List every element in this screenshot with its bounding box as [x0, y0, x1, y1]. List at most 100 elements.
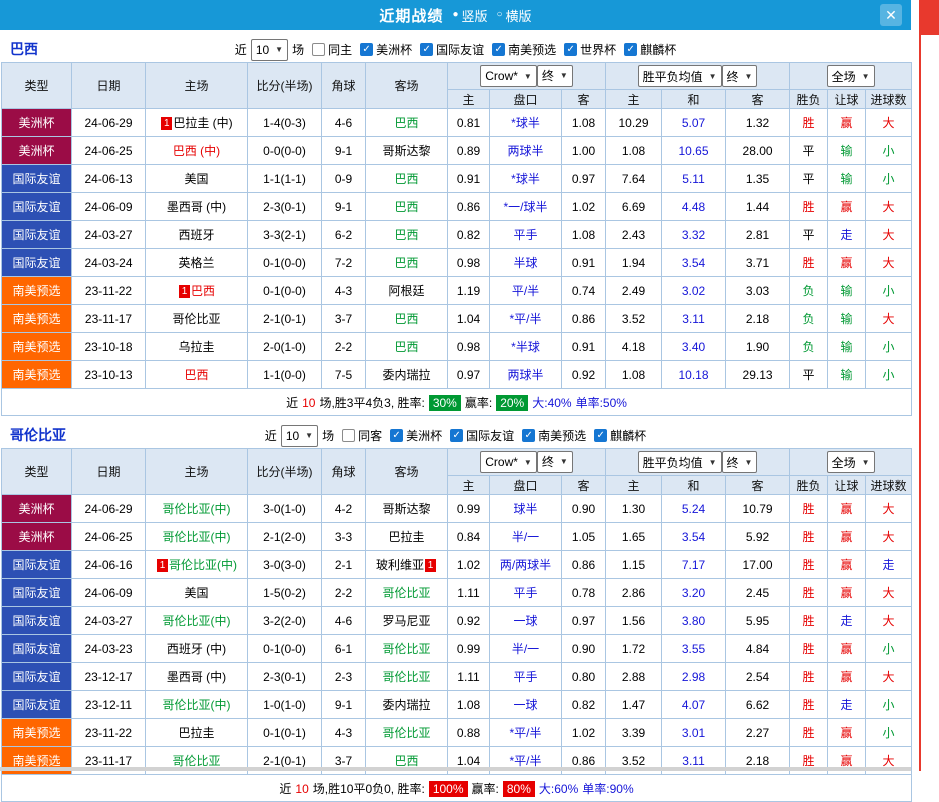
- same-venue-checkbox[interactable]: [312, 43, 326, 57]
- europe-odds-select[interactable]: 胜平负均值 ▼: [637, 451, 722, 473]
- europe-stage-select[interactable]: 终 ▼: [721, 451, 758, 473]
- away-team[interactable]: 哥伦比亚: [365, 634, 448, 663]
- floating-widget-button[interactable]: [921, 0, 939, 35]
- away-team[interactable]: 委内瑞拉: [365, 690, 448, 719]
- asia-stage-select-value: 终: [541, 69, 554, 84]
- away-team[interactable]: 巴西: [365, 164, 448, 193]
- europe-odds-group: 胜平负均值 ▼ 终 ▼: [605, 448, 791, 476]
- layout-radio-vertical[interactable]: ● 竖版: [452, 6, 487, 25]
- cup-checkbox[interactable]: ✓: [522, 429, 536, 443]
- home-team[interactable]: 巴拉圭: [145, 718, 248, 747]
- home-team-label: 哥伦比亚(中): [162, 614, 231, 628]
- bookmaker-select[interactable]: Crow* ▼: [480, 65, 537, 88]
- result-wdl: 胜: [789, 522, 829, 551]
- europe-stage-select[interactable]: 终 ▼: [721, 65, 758, 87]
- bookmaker-select[interactable]: Crow* ▼: [480, 451, 537, 474]
- recent-count-select[interactable]: 10 ▼: [250, 38, 289, 61]
- asia-handicap: *平/半: [489, 304, 562, 333]
- away-team[interactable]: 巴西: [365, 108, 448, 137]
- match-row: 美洲杯 24-06-29 哥伦比亚(中) 3-0(1-0) 4-2 哥斯达黎 0.99 球半 0…: [1, 494, 913, 523]
- match-date: 23-11-22: [71, 718, 146, 747]
- corners: 9-1: [321, 192, 366, 221]
- section-team-name: 巴西: [10, 41, 38, 57]
- home-team[interactable]: 哥伦比亚: [145, 304, 248, 333]
- score: 3-3(2-1): [247, 220, 322, 249]
- red-card-badge: 1: [161, 117, 173, 130]
- away-team[interactable]: 玻利维亚 1: [365, 550, 448, 579]
- home-team[interactable]: 哥伦比亚(中): [145, 606, 248, 635]
- score: 2-3(0-1): [247, 662, 322, 691]
- asia-home-odds: 0.91: [447, 164, 490, 193]
- home-team[interactable]: 哥伦比亚(中): [145, 522, 248, 551]
- home-team[interactable]: 美国: [145, 164, 248, 193]
- asia-stage-select[interactable]: 终 ▼: [536, 450, 573, 473]
- away-team[interactable]: 巴拉圭: [365, 522, 448, 551]
- cup-checkbox[interactable]: ✓: [492, 43, 506, 57]
- cup-checkbox[interactable]: ✓: [594, 429, 608, 443]
- away-team[interactable]: 哥斯达黎: [365, 494, 448, 523]
- sub-header: 主: [605, 89, 663, 109]
- cup-checkbox[interactable]: ✓: [360, 43, 374, 57]
- stats-prefix: 近: [279, 781, 292, 796]
- away-team[interactable]: 哥斯达黎: [365, 136, 448, 165]
- home-team[interactable]: 西班牙 (中): [145, 634, 248, 663]
- away-team[interactable]: 巴西: [365, 220, 448, 249]
- home-team[interactable]: 英格兰: [145, 248, 248, 277]
- europe-draw-odds: 3.32: [661, 220, 727, 249]
- asia-odds-group: Crow* ▼ 终 ▼: [446, 448, 607, 476]
- home-team[interactable]: 墨西哥 (中): [145, 662, 248, 691]
- away-team[interactable]: 巴西: [365, 332, 448, 361]
- away-team[interactable]: 巴西: [365, 248, 448, 277]
- away-team[interactable]: 巴西: [365, 192, 448, 221]
- col-header-home: 主场: [145, 62, 248, 109]
- match-row: 国际友谊 24-06-09 美国 1-5(0-2) 2-2 哥伦比亚 1.11 平手 0.78 2…: [1, 578, 913, 607]
- home-team[interactable]: 乌拉圭: [145, 332, 248, 361]
- asia-away-odds: 0.86: [560, 304, 607, 333]
- europe-odds-select[interactable]: 胜平负均值 ▼: [637, 65, 722, 87]
- layout-radio-horizontal[interactable]: ○ 横版: [497, 6, 532, 25]
- section-header: 巴西近 10 ▼ 场同主 ✓ 美洲杯 ✓ 国际友谊 ✓ 南美预选 ✓ 世界杯 ✓ 麒麟杯: [0, 36, 911, 62]
- asia-handicap: 两球半: [489, 136, 562, 165]
- cup-checkbox[interactable]: ✓: [390, 429, 404, 443]
- result-handicap: 赢: [827, 248, 867, 277]
- close-icon[interactable]: ✕: [880, 4, 902, 26]
- home-team[interactable]: 1 哥伦比亚(中): [145, 550, 248, 579]
- home-team[interactable]: 巴西: [145, 360, 248, 389]
- away-team[interactable]: 哥伦比亚: [365, 718, 448, 747]
- match-scope-select[interactable]: 全场 ▼: [826, 65, 875, 87]
- cup-checkbox[interactable]: ✓: [420, 43, 434, 57]
- away-team[interactable]: 巴西: [365, 304, 448, 333]
- home-team[interactable]: 西班牙: [145, 220, 248, 249]
- home-team[interactable]: 哥伦比亚(中): [145, 494, 248, 523]
- cup-checkbox[interactable]: ✓: [624, 43, 638, 57]
- same-venue-checkbox[interactable]: [342, 429, 356, 443]
- result-goals: 小: [865, 634, 913, 663]
- away-team[interactable]: 哥伦比亚: [365, 578, 448, 607]
- cup-checkbox[interactable]: ✓: [564, 43, 578, 57]
- sub-header: 和: [661, 475, 727, 495]
- score: 1-0(1-0): [247, 690, 322, 719]
- asia-home-odds: 1.04: [447, 304, 490, 333]
- home-team[interactable]: 1 巴拉圭 (中): [145, 108, 248, 137]
- home-team[interactable]: 1 巴西: [145, 276, 248, 305]
- away-team[interactable]: 哥伦比亚: [365, 662, 448, 691]
- home-team[interactable]: 墨西哥 (中): [145, 192, 248, 221]
- match-scope-select[interactable]: 全场 ▼: [826, 451, 875, 473]
- match-row: 国际友谊 24-06-13 美国 1-1(1-1) 0-9 巴西 0.91 *球半 0.97 7.…: [1, 164, 913, 193]
- recent-count-select[interactable]: 10 ▼: [280, 424, 319, 447]
- europe-away-odds: 29.13: [725, 360, 791, 389]
- away-team[interactable]: 罗马尼亚: [365, 606, 448, 635]
- asia-handicap: 半/一: [489, 634, 562, 663]
- recent-count-select-value: 10: [255, 42, 270, 57]
- home-team[interactable]: 巴西 (中): [145, 136, 248, 165]
- away-team[interactable]: 阿根廷: [365, 276, 448, 305]
- asia-away-odds: 0.74: [560, 276, 607, 305]
- sub-header: 主: [447, 475, 490, 495]
- asia-stage-select[interactable]: 终 ▼: [536, 64, 573, 87]
- europe-away-odds: 1.32: [725, 108, 791, 137]
- away-team[interactable]: 委内瑞拉: [365, 360, 448, 389]
- cup-checkbox[interactable]: ✓: [450, 429, 464, 443]
- home-team[interactable]: 哥伦比亚(中): [145, 690, 248, 719]
- home-team[interactable]: 美国: [145, 578, 248, 607]
- europe-draw-odds: 3.80: [661, 606, 727, 635]
